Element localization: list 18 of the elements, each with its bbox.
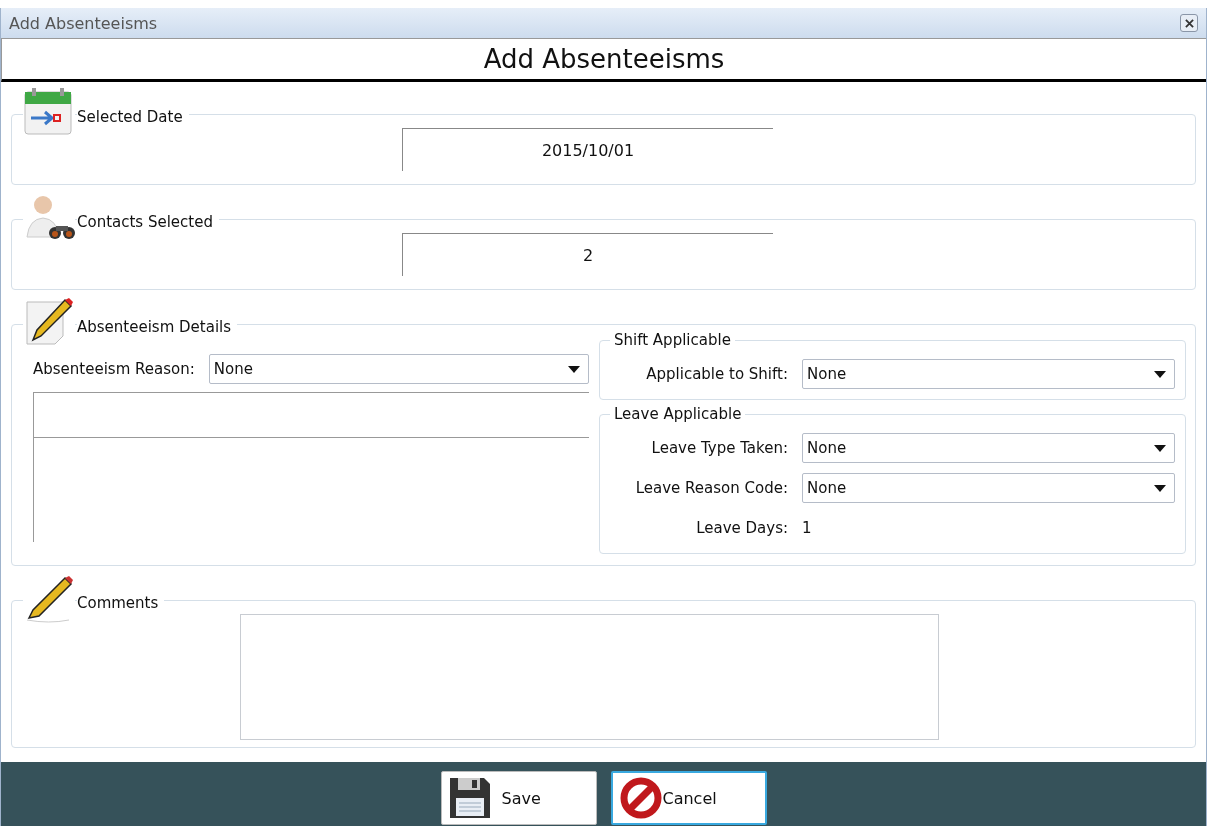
field-label: Leave Type Taken: bbox=[650, 439, 788, 457]
count-field: 2 bbox=[402, 233, 773, 276]
field-label: Leave Days: bbox=[695, 519, 788, 537]
save-button[interactable]: Save bbox=[440, 771, 597, 825]
cancel-button[interactable]: Cancel bbox=[610, 771, 767, 825]
field-label: Applicable to Shift: bbox=[645, 365, 788, 383]
dropdown[interactable]: None bbox=[802, 473, 1175, 503]
dropdown[interactable]: None bbox=[802, 433, 1175, 463]
group-title: Shift Applicable bbox=[610, 331, 735, 349]
dropdown[interactable]: None bbox=[208, 354, 589, 384]
date-field: 2015/10/01 bbox=[402, 128, 773, 171]
field-value: 1 bbox=[802, 519, 812, 537]
dropdown[interactable]: None bbox=[802, 359, 1175, 389]
group-title: Leave Applicable bbox=[610, 405, 746, 423]
dialog-heading: Add Absenteeisms bbox=[1, 38, 1206, 82]
field-label: Leave Reason Code: bbox=[634, 479, 788, 497]
window-title: Add Absenteeisms bbox=[9, 13, 158, 33]
field-label: Absenteeism Reason: bbox=[33, 360, 195, 378]
